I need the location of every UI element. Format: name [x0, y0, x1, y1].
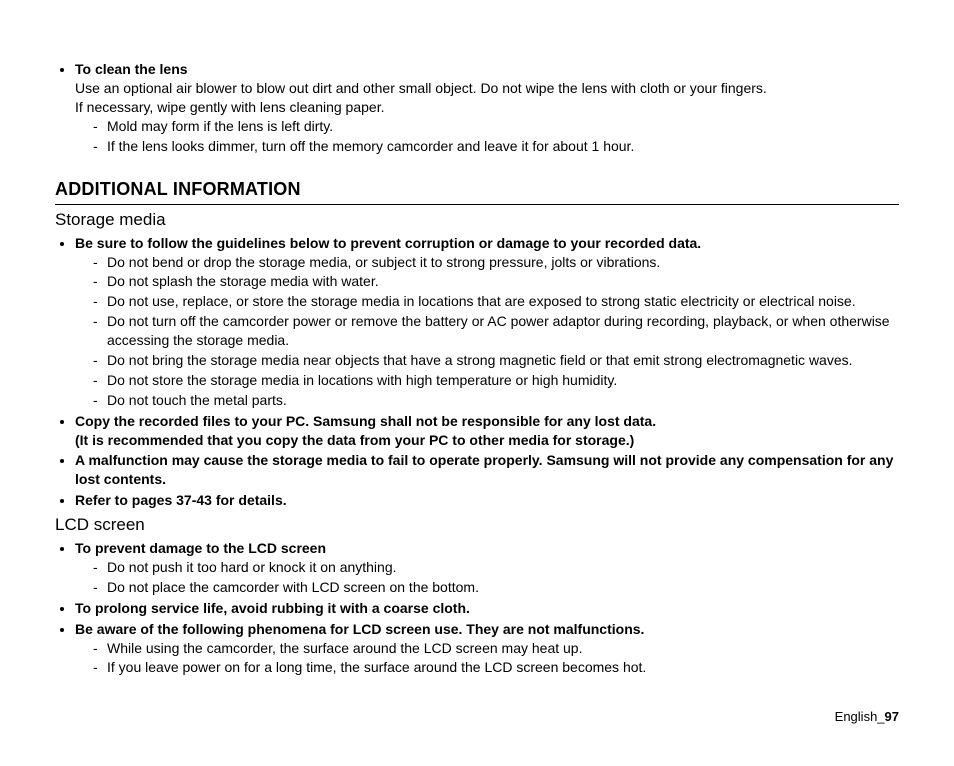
lcd-list: To prevent damage to the LCD screen Do n…: [55, 539, 899, 677]
storage-p1-d6: Do not store the storage media in locati…: [93, 371, 899, 390]
lcd-p1-bold: To prevent damage to the LCD screen: [75, 540, 326, 556]
page-footer: English_97: [835, 708, 899, 726]
storage-p1-d2: Do not splash the storage media with wat…: [93, 272, 899, 291]
lens-body-2: If necessary, wipe gently with lens clea…: [75, 99, 384, 115]
lcd-point-3: Be aware of the following phenomena for …: [75, 620, 899, 678]
lens-body-1: Use an optional air blower to blow out d…: [75, 80, 767, 96]
storage-p1-d7: Do not touch the metal parts.: [93, 391, 899, 410]
storage-p1-d3: Do not use, replace, or store the storag…: [93, 292, 899, 311]
storage-point-3: A malfunction may cause the storage medi…: [75, 451, 899, 489]
lens-dash-2: If the lens looks dimmer, turn off the m…: [93, 137, 899, 156]
lcd-p2-bold: To prolong service life, avoid rubbing i…: [75, 600, 470, 616]
storage-p1-d4: Do not turn off the camcorder power or r…: [93, 312, 899, 350]
storage-p2-bold2: (It is recommended that you copy the dat…: [75, 432, 634, 448]
storage-p1-bold: Be sure to follow the guidelines below t…: [75, 235, 701, 251]
lcd-p3-d1: While using the camcorder, the surface a…: [93, 639, 899, 658]
storage-point-1: Be sure to follow the guidelines below t…: [75, 234, 899, 410]
storage-p1-d1: Do not bend or drop the storage media, o…: [93, 253, 899, 272]
lens-dash-1: Mold may form if the lens is left dirty.: [93, 117, 899, 136]
lcd-p3-d2: If you leave power on for a long time, t…: [93, 658, 899, 677]
storage-list: Be sure to follow the guidelines below t…: [55, 234, 899, 510]
footer-lang: English: [835, 709, 878, 724]
storage-point-4: Refer to pages 37-43 for details.: [75, 491, 899, 510]
storage-p1-dashes: Do not bend or drop the storage media, o…: [75, 253, 899, 410]
footer-sep: _: [877, 709, 884, 724]
lcd-heading: LCD screen: [55, 514, 899, 537]
top-section-list: To clean the lens Use an optional air bl…: [55, 60, 899, 155]
lcd-p1-d2: Do not place the camcorder with LCD scre…: [93, 578, 899, 597]
lcd-p1-d1: Do not push it too hard or knock it on a…: [93, 558, 899, 577]
storage-point-2: Copy the recorded files to your PC. Sams…: [75, 412, 899, 450]
lens-dash-list: Mold may form if the lens is left dirty.…: [75, 117, 899, 156]
footer-page: 97: [885, 709, 899, 724]
lens-heading: To clean the lens: [75, 61, 188, 77]
lcd-p3-dashes: While using the camcorder, the surface a…: [75, 639, 899, 678]
additional-info-heading: ADDITIONAL INFORMATION: [55, 177, 899, 204]
lcd-point-2: To prolong service life, avoid rubbing i…: [75, 599, 899, 618]
storage-heading: Storage media: [55, 209, 899, 232]
storage-p4-bold: Refer to pages 37-43 for details.: [75, 492, 287, 508]
lcd-p1-dashes: Do not push it too hard or knock it on a…: [75, 558, 899, 597]
storage-p3-bold: A malfunction may cause the storage medi…: [75, 452, 893, 487]
storage-p1-d5: Do not bring the storage media near obje…: [93, 351, 899, 370]
lens-item: To clean the lens Use an optional air bl…: [75, 60, 899, 155]
storage-p2-bold: Copy the recorded files to your PC. Sams…: [75, 413, 656, 429]
lcd-point-1: To prevent damage to the LCD screen Do n…: [75, 539, 899, 597]
lcd-p3-bold: Be aware of the following phenomena for …: [75, 621, 644, 637]
